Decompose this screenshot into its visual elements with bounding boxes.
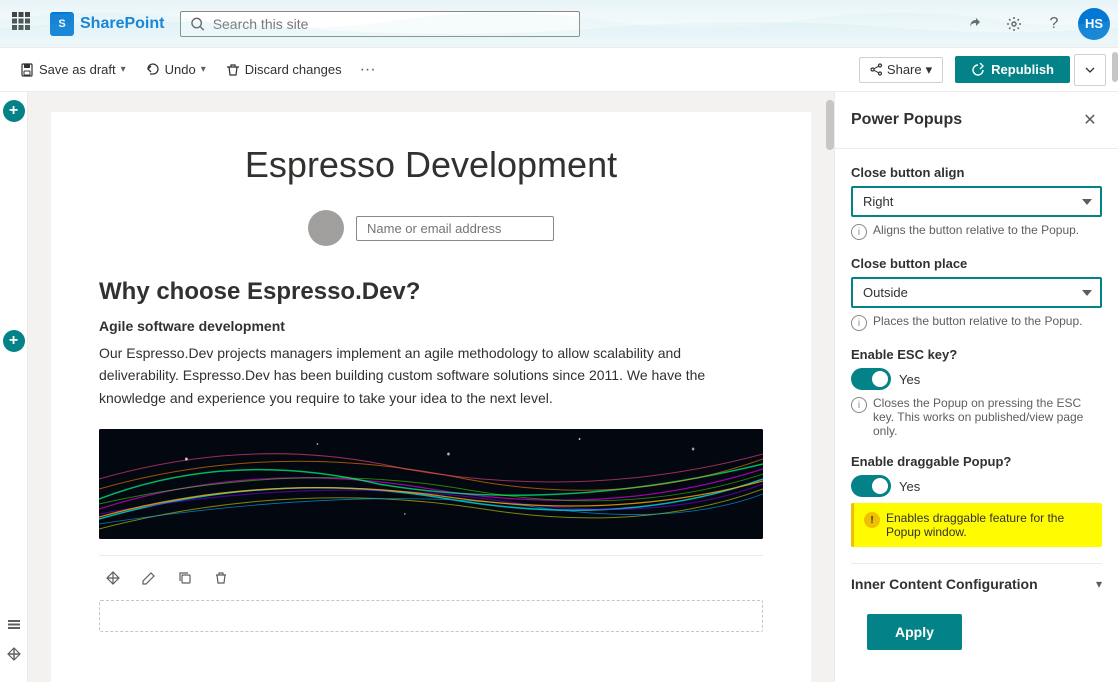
right-panel-title: Power Popups xyxy=(851,111,962,129)
right-panel-scrollbar xyxy=(1112,92,1118,682)
collapse-button[interactable] xyxy=(1074,54,1106,86)
duplicate-edit-button[interactable] xyxy=(171,564,199,592)
enable-esc-toggle-label: Yes xyxy=(899,372,920,387)
save-icon xyxy=(20,63,34,77)
undo-icon xyxy=(146,63,160,77)
left-tool-move[interactable] xyxy=(2,642,26,666)
close-button-align-select[interactable]: Right Left Center xyxy=(851,186,1102,217)
discard-button[interactable]: Discard changes xyxy=(218,58,350,81)
move-edit-button[interactable] xyxy=(99,564,127,592)
author-input[interactable] xyxy=(356,216,554,241)
save-draft-label: Save as draft xyxy=(39,62,116,77)
undo-button[interactable]: Undo ▾ xyxy=(138,58,214,81)
section1-heading: Why choose Espresso.Dev? xyxy=(99,278,763,306)
undo-label: Undo xyxy=(165,62,196,77)
share-icon xyxy=(870,63,883,76)
apply-button[interactable]: Apply xyxy=(867,614,962,650)
info-icon-draggable: ! xyxy=(864,512,880,528)
content-scrollbar-thumb xyxy=(826,100,834,150)
right-panel: Power Popups ✕ Close button align Right … xyxy=(834,92,1118,682)
author-avatar xyxy=(308,210,344,246)
close-button-place-group: Close button place Outside Inside i Plac… xyxy=(851,256,1102,331)
section1-subheading: Agile software development xyxy=(99,318,763,334)
republish-button[interactable]: Republish xyxy=(955,56,1070,83)
edit-toolbar xyxy=(99,555,763,600)
right-panel-close-button[interactable]: ✕ xyxy=(1078,108,1102,132)
share-button[interactable]: Share ▾ xyxy=(859,57,943,83)
share-label: Share xyxy=(887,62,922,77)
delete-edit-button[interactable] xyxy=(207,564,235,592)
main-layout: + + Espresso Development xyxy=(0,92,1118,682)
pen-edit-button[interactable] xyxy=(135,564,163,592)
content-area: Espresso Development Why choose Espresso… xyxy=(28,92,834,682)
discard-label: Discard changes xyxy=(245,62,342,77)
close-button-align-hint: i Aligns the button relative to the Popu… xyxy=(851,223,1102,240)
discard-icon xyxy=(226,63,240,77)
toggle-knob-draggable xyxy=(872,478,888,494)
content-scrollbar-track[interactable] xyxy=(826,92,834,682)
hero-image xyxy=(99,429,763,539)
inner-content-label: Inner Content Configuration xyxy=(851,576,1038,592)
hint-text-align: Aligns the button relative to the Popup. xyxy=(873,223,1079,237)
page-title: Espresso Development xyxy=(99,144,763,186)
right-panel-footer: Apply xyxy=(835,614,1118,682)
save-draft-button[interactable]: Save as draft ▾ xyxy=(12,58,134,81)
draggable-info-box: ! Enables draggable feature for the Popu… xyxy=(851,503,1102,547)
enable-draggable-label: Enable draggable Popup? xyxy=(851,454,1102,469)
enable-esc-label: Enable ESC key? xyxy=(851,347,1102,362)
share-chevron: ▾ xyxy=(926,62,933,78)
right-panel-header: Power Popups ✕ xyxy=(835,92,1118,149)
right-panel-body: Close button align Right Left Center i A… xyxy=(835,149,1118,614)
add-section-button-top[interactable]: + xyxy=(3,100,25,122)
placeholder-bar xyxy=(99,600,763,632)
enable-draggable-toggle[interactable] xyxy=(851,475,891,497)
content-scroll-area: Espresso Development Why choose Espresso… xyxy=(28,92,834,682)
hint-text-place: Places the button relative to the Popup. xyxy=(873,314,1082,328)
hint-text-esc: Closes the Popup on pressing the ESC key… xyxy=(873,396,1102,438)
hint-icon-place: i xyxy=(851,315,867,331)
enable-esc-hint: i Closes the Popup on pressing the ESC k… xyxy=(851,396,1102,438)
hero-image-svg xyxy=(99,429,763,539)
person-icon xyxy=(316,218,336,238)
close-button-align-group: Close button align Right Left Center i A… xyxy=(851,165,1102,240)
section1-text: Our Espresso.Dev projects managers imple… xyxy=(99,342,763,409)
enable-esc-group: Enable ESC key? Yes i Closes the Popup o… xyxy=(851,347,1102,438)
toggle-knob-esc xyxy=(872,371,888,387)
more-options-button[interactable]: ··· xyxy=(354,57,382,83)
left-sidebar: + + xyxy=(0,92,28,682)
page-toolbar: Save as draft ▾ Undo ▾ Discard changes ·… xyxy=(0,48,1118,92)
hint-icon-esc: i xyxy=(851,397,867,413)
page-content: Espresso Development Why choose Espresso… xyxy=(51,112,811,682)
save-draft-chevron: ▾ xyxy=(121,64,126,75)
close-button-place-select[interactable]: Outside Inside xyxy=(851,277,1102,308)
enable-esc-toggle-row: Yes xyxy=(851,368,1102,390)
draggable-hint-text: Enables draggable feature for the Popup … xyxy=(886,511,1092,539)
enable-draggable-toggle-label: Yes xyxy=(899,479,920,494)
wave-decoration xyxy=(0,0,1118,48)
inner-content-toggle[interactable]: Inner Content Configuration ▾ xyxy=(851,563,1102,604)
author-row xyxy=(99,210,763,246)
inner-content-chevron-icon: ▾ xyxy=(1096,577,1102,591)
close-button-align-label: Close button align xyxy=(851,165,1102,180)
left-tool-layers[interactable] xyxy=(2,612,26,636)
republish-label: Republish xyxy=(991,62,1054,77)
republish-icon xyxy=(971,63,985,77)
enable-esc-toggle[interactable] xyxy=(851,368,891,390)
close-button-place-label: Close button place xyxy=(851,256,1102,271)
top-navigation: S SharePoint ? HS xyxy=(0,0,1118,48)
hint-icon-align: i xyxy=(851,224,867,240)
undo-chevron: ▾ xyxy=(201,64,206,75)
enable-draggable-toggle-row: Yes xyxy=(851,475,1102,497)
add-section-button-mid[interactable]: + xyxy=(3,330,25,352)
close-button-place-hint: i Places the button relative to the Popu… xyxy=(851,314,1102,331)
enable-draggable-group: Enable draggable Popup? Yes ! Enables dr… xyxy=(851,454,1102,547)
